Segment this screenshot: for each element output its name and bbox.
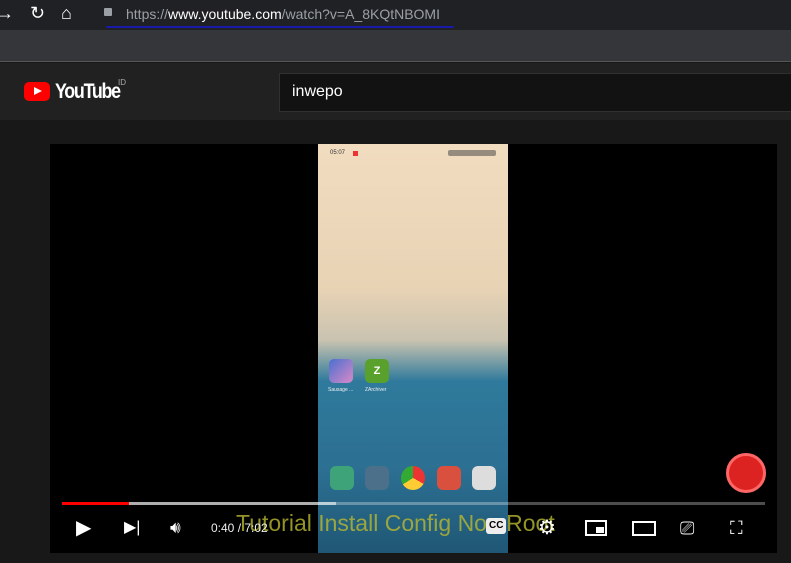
camera-app-icon: [472, 466, 496, 490]
miniplayer-icon[interactable]: [585, 520, 607, 536]
brand-name[interactable]: YouTube: [55, 80, 121, 104]
youtube-logo-icon[interactable]: [24, 82, 50, 101]
phone-app-icon: [330, 466, 354, 490]
chrome-app-icon: [401, 466, 425, 490]
channel-watermark-icon[interactable]: [726, 453, 766, 493]
status-icons: [448, 150, 496, 156]
cast-icon[interactable]: ⎚: [680, 516, 694, 540]
search-input[interactable]: [279, 73, 791, 112]
theater-mode-icon[interactable]: [632, 521, 656, 536]
notification-icon: [353, 151, 358, 156]
reload-icon[interactable]: ↻: [30, 3, 45, 24]
time-display: 0:40 / 7:02: [211, 521, 268, 535]
forward-icon[interactable]: →: [0, 3, 14, 24]
home-icon[interactable]: ⌂: [61, 3, 72, 24]
video-caption: Tutorial Install Config Non Root: [236, 510, 555, 536]
settings-icon[interactable]: ⚙: [538, 516, 556, 540]
browser-toolbar: → ↻ ⌂ https://www.youtube.com/watch?v=A_…: [0, 0, 791, 30]
progress-bar[interactable]: [62, 502, 765, 505]
app-label: Sausage ...: [328, 387, 354, 393]
app-icon: [437, 466, 461, 490]
url-text[interactable]: https://www.youtube.com/watch?v=A_8KQtNB…: [126, 6, 440, 22]
country-code: ID: [118, 78, 126, 87]
messages-app-icon: [365, 466, 389, 490]
app-icon-sausage: [329, 359, 353, 383]
url-host: www.youtube.com: [168, 6, 282, 22]
fullscreen-icon[interactable]: ⛶: [730, 516, 743, 540]
lock-icon: [104, 8, 112, 16]
video-frame-phone-screen: 05:07 Sausage ... Z ZArchiver: [318, 144, 508, 553]
subtitles-button[interactable]: CC: [486, 518, 507, 534]
phone-clock: 05:07: [330, 150, 346, 156]
url-scheme: https://: [126, 6, 169, 22]
next-icon[interactable]: ▶|: [124, 516, 140, 540]
url-path: /watch?v=A_8KQtNBOMI: [281, 6, 440, 22]
volume-icon[interactable]: 🔊︎: [170, 516, 181, 540]
annotation-underline: [106, 26, 454, 28]
play-icon[interactable]: ▶: [76, 516, 91, 540]
search-value[interactable]: inwepo: [292, 83, 343, 101]
video-player[interactable]: 05:07 Sausage ... Z ZArchiver Tutorial I…: [50, 144, 777, 553]
bookmarks-bar: [0, 30, 791, 62]
played-bar: [62, 502, 129, 505]
app-icon-zarchiver: Z: [365, 359, 389, 383]
app-label: ZArchiver: [365, 387, 387, 393]
